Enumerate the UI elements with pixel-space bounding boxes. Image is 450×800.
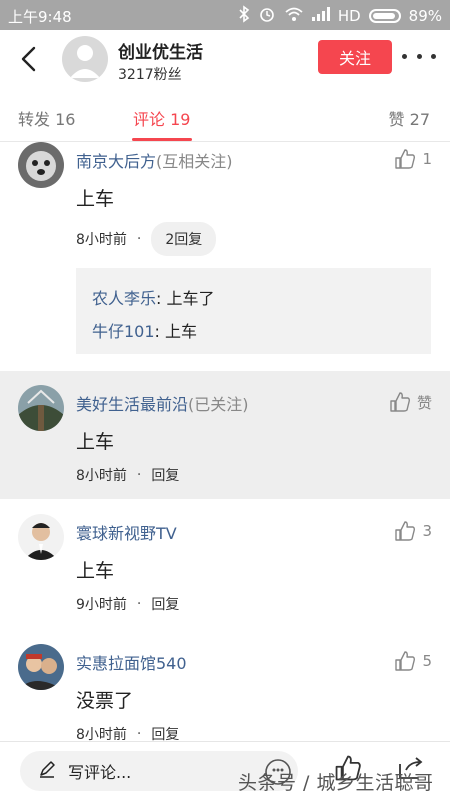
bottom-bar: 写评论... 头条号 / 城乡生活聪哥 bbox=[0, 741, 450, 800]
follow-button[interactable]: 关注 bbox=[318, 40, 392, 74]
wifi-icon bbox=[284, 6, 304, 26]
reply-user[interactable]: 农人李乐 bbox=[92, 289, 156, 308]
reply-count-button[interactable]: 2回复 bbox=[151, 222, 217, 256]
reply-preview: 牛仔101: 上车 bbox=[92, 315, 415, 348]
comment-text: 上车 bbox=[76, 188, 115, 210]
like-count: 5 bbox=[422, 652, 432, 670]
thumbs-up-icon bbox=[395, 651, 416, 671]
like-count: 赞 bbox=[416, 393, 432, 412]
like-button[interactable]: 3 bbox=[394, 520, 432, 542]
comment-time: 8小时前 bbox=[76, 232, 127, 248]
watermark: 头条号 / 城乡生活聪哥 bbox=[238, 772, 434, 794]
commenter-avatar[interactable] bbox=[18, 385, 64, 431]
network-type: HD bbox=[337, 7, 361, 25]
commenter-name[interactable]: 寰球新视野TV bbox=[76, 520, 177, 544]
separator-dot: · bbox=[136, 231, 142, 247]
commenter-name-text[interactable]: 美好生活最前沿 bbox=[76, 395, 188, 414]
relation-label: (互相关注) bbox=[156, 152, 233, 171]
tab-comments[interactable]: 评论 19 bbox=[133, 106, 190, 130]
tab-bar: 转发 16 评论 19 赞 27 bbox=[0, 90, 450, 142]
bluetooth-icon bbox=[238, 5, 250, 27]
like-button[interactable]: 赞 bbox=[389, 391, 432, 413]
tab-likes[interactable]: 赞 27 bbox=[389, 106, 430, 130]
relation-label: (已关注) bbox=[188, 395, 249, 414]
separator-dot: · bbox=[136, 596, 142, 612]
comment-item: 南京大后方(互相关注) 1 上车 8小时前 · 2回复 农人李乐: 上车了 牛仔… bbox=[0, 142, 450, 370]
comment-item: 寰球新视野TV 3 上车 9小时前 · 回复 bbox=[0, 500, 450, 630]
comment-text: 没票了 bbox=[76, 690, 134, 712]
commenter-name-text[interactable]: 寰球新视野TV bbox=[76, 524, 177, 543]
reply-text: : 上车了 bbox=[156, 289, 215, 308]
author-fans: 3217粉丝 bbox=[118, 67, 182, 83]
commenter-avatar[interactable] bbox=[18, 644, 64, 690]
pen-icon bbox=[38, 760, 56, 782]
like-count: 3 bbox=[422, 522, 432, 540]
more-icon[interactable] bbox=[402, 46, 436, 66]
reply-button[interactable]: 回复 bbox=[151, 594, 179, 614]
comment-meta: 9小时前 · 回复 bbox=[76, 594, 179, 614]
status-time: 上午9:48 bbox=[8, 8, 72, 26]
commenter-name[interactable]: 实惠拉面馆540 bbox=[76, 650, 187, 674]
status-bar: 上午9:48 HD 89% bbox=[0, 0, 450, 30]
status-icons: HD 89% bbox=[238, 5, 442, 27]
reply-text: : 上车 bbox=[154, 322, 198, 341]
comment-item: 实惠拉面馆540 5 没票了 8小时前 · 回复 bbox=[0, 630, 450, 743]
comment-time: 9小时前 bbox=[76, 597, 127, 613]
header: 创业优生活 3217粉丝 关注 bbox=[0, 30, 450, 90]
thumbs-up-icon bbox=[390, 392, 411, 412]
author-name[interactable]: 创业优生活 bbox=[118, 38, 203, 63]
separator-dot: · bbox=[136, 726, 142, 742]
tab-active-indicator bbox=[132, 138, 192, 141]
separator-dot: · bbox=[136, 467, 142, 483]
signal-icon bbox=[311, 7, 330, 25]
like-button[interactable]: 5 bbox=[394, 650, 432, 672]
comment-text: 上车 bbox=[76, 560, 115, 582]
back-icon[interactable] bbox=[14, 44, 44, 74]
comment-meta: 8小时前 · 2回复 bbox=[76, 222, 217, 256]
comment-meta: 8小时前 · 回复 bbox=[76, 465, 179, 485]
write-comment-placeholder: 写评论... bbox=[68, 763, 132, 782]
battery-icon bbox=[368, 9, 401, 23]
author-avatar[interactable] bbox=[62, 36, 108, 82]
thumbs-up-icon bbox=[395, 149, 416, 169]
alarm-icon bbox=[258, 5, 276, 27]
comment-item: 美好生活最前沿(已关注) 赞 上车 8小时前 · 回复 bbox=[0, 371, 450, 499]
comment-time: 8小时前 bbox=[76, 468, 127, 484]
commenter-avatar[interactable] bbox=[18, 142, 64, 188]
commenter-name[interactable]: 南京大后方(互相关注) bbox=[76, 148, 233, 172]
commenter-name-text[interactable]: 实惠拉面馆540 bbox=[76, 654, 187, 673]
like-button[interactable]: 1 bbox=[394, 148, 432, 170]
like-count: 1 bbox=[422, 150, 432, 168]
comment-text: 上车 bbox=[76, 431, 115, 453]
thumbs-up-icon bbox=[395, 521, 416, 541]
reply-user[interactable]: 牛仔101 bbox=[92, 322, 155, 341]
tab-reposts[interactable]: 转发 16 bbox=[18, 106, 75, 130]
reply-button[interactable]: 回复 bbox=[151, 465, 179, 485]
reply-preview: 农人李乐: 上车了 bbox=[92, 282, 415, 315]
commenter-name[interactable]: 美好生活最前沿(已关注) bbox=[76, 391, 249, 415]
battery-level: 89% bbox=[408, 7, 442, 25]
commenter-name-text[interactable]: 南京大后方 bbox=[76, 152, 156, 171]
reply-preview-box[interactable]: 农人李乐: 上车了 牛仔101: 上车 bbox=[76, 268, 431, 354]
commenter-avatar[interactable] bbox=[18, 514, 64, 560]
